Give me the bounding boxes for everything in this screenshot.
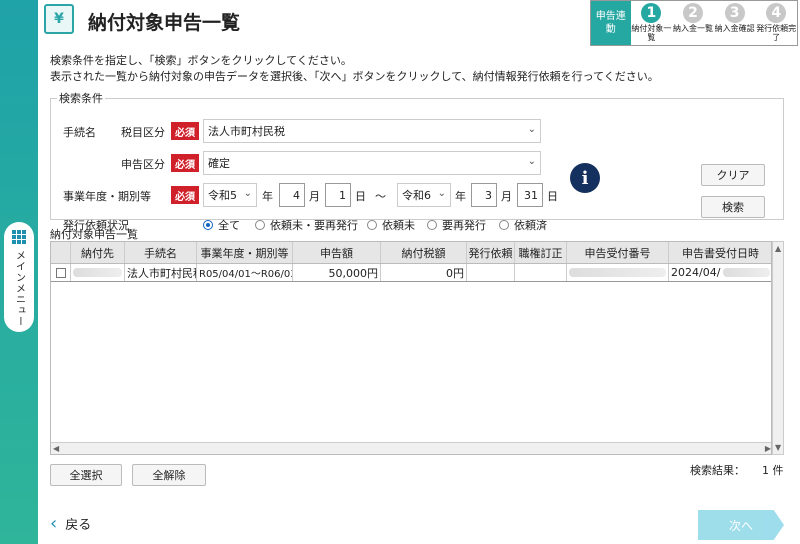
step-2: 2 納入金一覧 <box>673 3 713 33</box>
to-month-input[interactable]: 31 <box>517 183 543 207</box>
arrow-up-icon[interactable]: ▲ <box>775 244 781 253</box>
clear-button[interactable]: クリア <box>701 164 765 186</box>
result-count: 1 件 <box>762 464 784 477</box>
receipt-number-cell <box>567 264 669 281</box>
status-all-radio[interactable]: 全て <box>203 217 240 233</box>
report-type-label: 申告区分 <box>121 158 165 171</box>
from-month-input[interactable]: 1 <box>325 183 351 207</box>
required-badge: 必須 <box>171 154 199 172</box>
chevron-down-icon: ⌄ <box>527 156 536 167</box>
yen-document-icon: ¥ <box>44 4 74 34</box>
report-type-select[interactable]: 確定 ⌄ <box>203 151 541 175</box>
instructions: 検索条件を指定し、「検索」ボタンをクリックしてください。 表示された一覧から納付… <box>50 54 659 83</box>
payee-cell <box>71 264 125 281</box>
row-checkbox[interactable] <box>55 267 66 278</box>
progress-steps: 申告連動 1 納付対象一覧 2 納入金一覧 3 納入金確認 4 発行依頼完了 <box>590 0 798 46</box>
chevron-left-icon: ‹ <box>50 513 58 534</box>
table-row[interactable]: 法人市町村民税 R05/04/01～R06/03/ 50,000円 0円 202… <box>51 264 771 282</box>
steps-tag: 申告連動 <box>591 1 631 45</box>
arrow-left-icon[interactable]: ◀ <box>53 444 59 453</box>
grid-icon <box>12 230 26 244</box>
main-menu-button[interactable]: メインメニュー <box>4 222 34 332</box>
to-year-input[interactable]: 3 <box>471 183 497 207</box>
result-label: 検索結果： <box>690 464 745 477</box>
step-1: 1 納付対象一覧 <box>631 3 672 42</box>
receipt-date-cell: 2024/04/ <box>669 264 771 281</box>
chevron-down-icon: ⌄ <box>243 188 252 199</box>
table-header: 納付先 手続名 事業年度・期別等 申告額 納付税額 発行依頼 職権訂正 申告受付… <box>51 242 771 264</box>
main-menu-label: メインメニュー <box>13 250 25 327</box>
required-badge: 必須 <box>171 122 199 140</box>
list-title: 納付対象申告一覧 <box>50 228 138 241</box>
period-label: 事業年度・期別等 <box>63 190 151 203</box>
step-3: 3 納入金確認 <box>714 3 755 33</box>
vertical-scrollbar[interactable]: ▲ ▼ <box>772 241 784 455</box>
chevron-down-icon: ⌄ <box>527 124 536 135</box>
main-area: ¥ 納付対象申告一覧 申告連動 1 納付対象一覧 2 納入金一覧 3 納入金確認 4発… <box>38 0 800 544</box>
deselect-all-button[interactable]: 全解除 <box>132 464 206 486</box>
info-icon[interactable]: i <box>570 163 600 193</box>
from-year-input[interactable]: 4 <box>279 183 305 207</box>
arrow-right-icon[interactable]: ▶ <box>765 444 771 453</box>
procedure-label: 手続名 <box>63 126 96 139</box>
tax-type-label: 税目区分 <box>121 126 165 139</box>
horizontal-scrollbar[interactable]: ◀ ▶ <box>51 442 771 454</box>
from-era-select[interactable]: 令和5 ⌄ <box>203 183 257 207</box>
results-table: 納付先 手続名 事業年度・期別等 申告額 納付税額 発行依頼 職権訂正 申告受付… <box>50 241 772 455</box>
to-era-select[interactable]: 令和6 ⌄ <box>397 183 451 207</box>
search-conditions: 検索条件 手続名 税目区分 必須 法人市町村民税 ⌄ 申告区分 必須 確定 ⌄ 事業… <box>50 90 784 232</box>
status-done-radio[interactable]: 依頼済 <box>499 217 547 233</box>
status-pending-radio[interactable]: 依頼未 <box>367 217 415 233</box>
select-all-button[interactable]: 全選択 <box>50 464 122 486</box>
tax-type-select[interactable]: 法人市町村民税 ⌄ <box>203 119 541 143</box>
side-panel: メインメニュー <box>0 0 38 544</box>
arrow-down-icon[interactable]: ▼ <box>775 443 781 452</box>
chevron-down-icon: ⌄ <box>437 188 446 199</box>
search-button[interactable]: 検索 <box>701 196 765 218</box>
status-reissue-radio[interactable]: 要再発行 <box>427 217 486 233</box>
status-pending-reissue-radio[interactable]: 依頼未・要再発行 <box>255 217 358 233</box>
back-button[interactable]: ‹ 戻る <box>50 513 91 534</box>
step-4: 4 発行依頼完了 <box>756 3 797 42</box>
next-button[interactable]: 次へ <box>698 510 784 540</box>
required-badge: 必須 <box>171 186 199 204</box>
page-title: 納付対象申告一覧 <box>88 12 241 34</box>
